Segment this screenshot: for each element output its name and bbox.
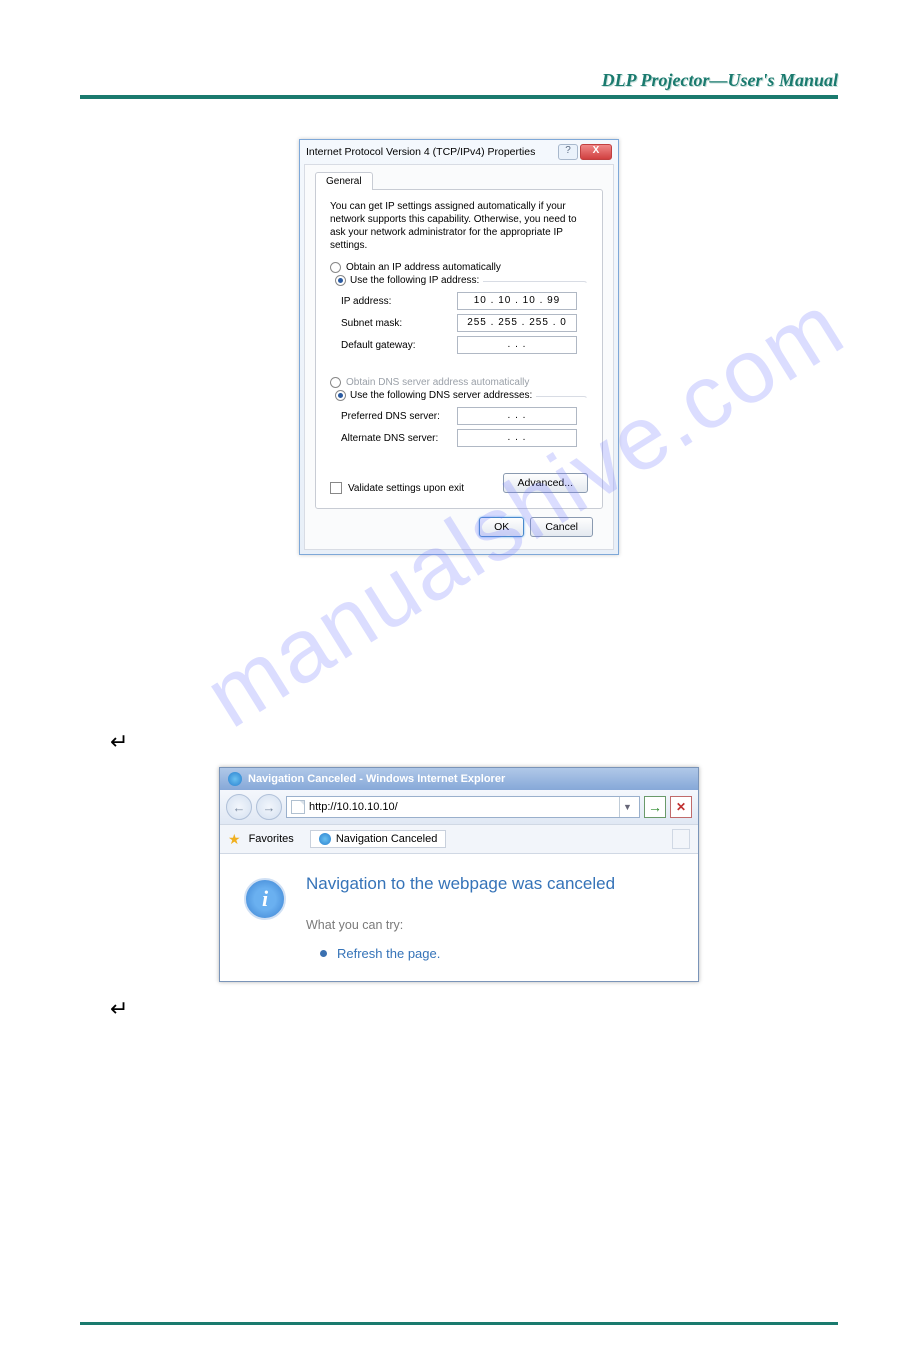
return-arrow-icon: ↵	[110, 996, 838, 1022]
radio-icon	[330, 262, 341, 273]
alternate-dns-label: Alternate DNS server:	[341, 433, 438, 444]
browser-tab[interactable]: Navigation Canceled	[310, 830, 447, 848]
ie-titlebar[interactable]: Navigation Canceled - Windows Internet E…	[220, 768, 698, 790]
ie-content-area: i Navigation to the webpage was canceled…	[220, 854, 698, 981]
ie-nav-bar: ← → http://10.10.10.10/ ▼ → ✕	[220, 790, 698, 824]
close-button[interactable]: X	[580, 144, 612, 160]
radio-icon	[330, 377, 341, 388]
go-button[interactable]: →	[644, 796, 666, 818]
info-icon: i	[244, 878, 286, 920]
checkbox-icon	[330, 482, 342, 494]
ie-window: Navigation Canceled - Windows Internet E…	[219, 767, 699, 982]
ie-logo-icon	[319, 833, 331, 845]
stop-button[interactable]: ✕	[670, 796, 692, 818]
ie-favorites-bar: ★ Favorites Navigation Canceled	[220, 824, 698, 854]
radio-label: Obtain an IP address automatically	[346, 262, 501, 273]
help-button[interactable]: ?	[558, 144, 578, 160]
ip-address-label: IP address:	[341, 296, 391, 307]
radio-obtain-ip-auto[interactable]: Obtain an IP address automatically	[330, 262, 588, 273]
radio-icon	[335, 390, 346, 401]
radio-icon	[335, 275, 346, 286]
tab-general[interactable]: General	[315, 172, 373, 190]
preferred-dns-label: Preferred DNS server:	[341, 411, 440, 422]
subnet-mask-input[interactable]: 255 . 255 . 255 . 0	[457, 314, 577, 332]
radio-use-following-dns[interactable]: Use the following DNS server addresses:	[331, 390, 536, 401]
refresh-link[interactable]: Refresh the page.	[337, 946, 440, 961]
bullet-icon	[320, 950, 327, 957]
ipv4-properties-dialog: Internet Protocol Version 4 (TCP/IPv4) P…	[299, 139, 619, 555]
radio-label: Use the following DNS server addresses:	[350, 390, 532, 401]
advanced-button[interactable]: Advanced...	[503, 473, 588, 493]
page-header: DLP Projector—User's Manual	[80, 70, 838, 95]
footer-rule	[80, 1322, 838, 1325]
radio-use-following-ip[interactable]: Use the following IP address:	[331, 275, 483, 286]
back-button[interactable]: ←	[226, 794, 252, 820]
dialog-title: Internet Protocol Version 4 (TCP/IPv4) P…	[306, 146, 535, 158]
ok-button[interactable]: OK	[479, 517, 524, 537]
nav-canceled-heading: Navigation to the webpage was canceled	[306, 874, 615, 894]
tab-spacer	[672, 829, 690, 849]
address-dropdown-icon[interactable]: ▼	[619, 797, 635, 817]
default-gateway-label: Default gateway:	[341, 340, 416, 351]
tab-title: Navigation Canceled	[336, 833, 438, 845]
dialog-description: You can get IP settings assigned automat…	[330, 200, 588, 252]
validate-label: Validate settings upon exit	[348, 483, 464, 494]
header-rule	[80, 95, 838, 99]
favorites-label[interactable]: Favorites	[249, 833, 294, 845]
ip-address-input[interactable]: 10 . 10 . 10 . 99	[457, 292, 577, 310]
forward-button[interactable]: →	[256, 794, 282, 820]
cancel-button[interactable]: Cancel	[530, 517, 593, 537]
default-gateway-input[interactable]: . . .	[457, 336, 577, 354]
radio-obtain-dns-auto: Obtain DNS server address automatically	[330, 377, 588, 388]
subnet-mask-label: Subnet mask:	[341, 318, 402, 329]
ie-window-title: Navigation Canceled - Windows Internet E…	[248, 773, 505, 785]
validate-checkbox-row[interactable]: Validate settings upon exit	[330, 482, 464, 494]
radio-label: Use the following IP address:	[350, 275, 479, 286]
what-you-can-try: What you can try:	[306, 918, 615, 932]
star-icon[interactable]: ★	[228, 831, 241, 848]
return-arrow-icon: ↵	[110, 729, 838, 755]
ie-logo-icon	[228, 772, 242, 786]
alternate-dns-input[interactable]: . . .	[457, 429, 577, 447]
radio-label: Obtain DNS server address automatically	[346, 377, 529, 388]
address-url: http://10.10.10.10/	[309, 801, 615, 813]
address-bar[interactable]: http://10.10.10.10/ ▼	[286, 796, 640, 818]
preferred-dns-input[interactable]: . . .	[457, 407, 577, 425]
page-icon	[291, 800, 305, 814]
dialog-titlebar[interactable]: Internet Protocol Version 4 (TCP/IPv4) P…	[300, 140, 618, 164]
